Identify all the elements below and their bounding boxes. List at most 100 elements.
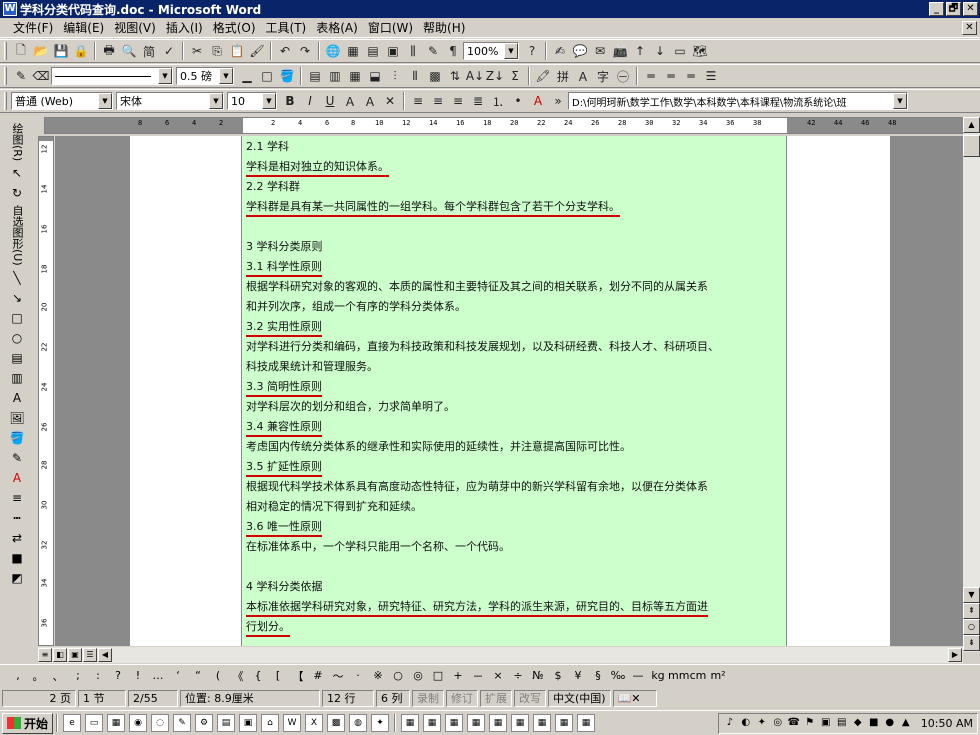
ruler-lines-icon[interactable]: ☰ [701, 66, 721, 86]
menu-file[interactable]: 文件(F) [8, 19, 58, 36]
line-weight-combo[interactable]: 0.5 磅 ▼ [176, 67, 234, 85]
app-icon[interactable]: ✎ [173, 714, 192, 732]
pinyin-icon[interactable]: 拼 [553, 66, 573, 86]
doc-line[interactable]: 行划分。 [246, 618, 290, 637]
app-icon[interactable]: ▣ [239, 714, 258, 732]
status-trk[interactable]: 修订 [446, 689, 478, 707]
fill-color-icon[interactable]: 🪣 [4, 428, 30, 448]
symbol-item[interactable]: ; [68, 669, 88, 682]
vertical-scrollbar[interactable]: ▲ ▼ ⇞ ○ ⇟ [963, 117, 980, 652]
align-left-icon[interactable]: ≡ [408, 91, 428, 111]
char-border-icon[interactable]: Ａ [573, 66, 593, 86]
font-color-draw-icon[interactable]: A [4, 468, 30, 488]
redo-icon[interactable]: ↷ [295, 41, 315, 61]
symbol-item[interactable]: ¥ [568, 669, 588, 682]
tray-icon[interactable]: ▤ [835, 717, 849, 731]
app-icon[interactable]: ✦ [371, 714, 390, 732]
wordart-icon[interactable]: A [4, 388, 30, 408]
doc-line[interactable]: 3.4 兼容性原则 [246, 418, 322, 437]
new-document-icon[interactable]: 🗋 [11, 41, 31, 61]
symbol-item[interactable]: ‰ [608, 669, 628, 682]
edit-icon[interactable]: ✍ [550, 41, 570, 61]
bold-icon[interactable]: B [280, 91, 300, 111]
line-color-icon[interactable]: ✎ [4, 448, 30, 468]
envelope-icon[interactable]: ✉ [590, 41, 610, 61]
insert-excel-icon[interactable]: ▣ [383, 41, 403, 61]
doc-line[interactable]: 根据学科研究对象的客观的、本质的属性和主要特征及其之间的相关联系，划分不同的从属… [246, 278, 708, 294]
autosum-icon[interactable]: Σ [505, 66, 525, 86]
task-window-icon[interactable]: ▦ [489, 714, 508, 732]
scroll-left-icon[interactable]: ◀ [98, 648, 112, 662]
spelling-status-icon[interactable]: 📖✕ [612, 689, 657, 707]
tray-icon[interactable]: ■ [867, 717, 881, 731]
symbol-item[interactable]: , [8, 669, 28, 682]
tray-icon[interactable]: ▣ [819, 717, 833, 731]
print-preview-icon[interactable]: 🔍 [119, 41, 139, 61]
symbol-item[interactable]: ◎ [408, 669, 428, 682]
app-icon[interactable]: ▤ [217, 714, 236, 732]
line-style-combo[interactable]: ▼ [51, 67, 173, 85]
dash-style-icon[interactable]: ┅ [4, 508, 30, 528]
tray-icon[interactable]: ◆ [851, 717, 865, 731]
symbol-item[interactable]: ※ [368, 669, 388, 682]
word-task-icon[interactable]: W [283, 714, 302, 732]
align-right-icon[interactable]: ≡ [448, 91, 468, 111]
border-color-icon[interactable]: ▁ [237, 66, 257, 86]
symbol-item[interactable]: □ [428, 669, 448, 682]
symbol-item[interactable]: $ [548, 669, 568, 682]
open-folder-icon[interactable]: 📂 [31, 41, 51, 61]
textbox-icon[interactable]: ▤ [4, 348, 30, 368]
justify-icon[interactable]: ≣ [468, 91, 488, 111]
tables-borders-icon[interactable]: ▦ [343, 41, 363, 61]
drawing-icon[interactable]: ✎ [423, 41, 443, 61]
outline-view-icon[interactable]: ☰ [83, 648, 97, 662]
tray-icon[interactable]: ✦ [755, 717, 769, 731]
more-buttons-icon[interactable]: » [548, 91, 568, 111]
symbol-item[interactable]: ÷ [508, 669, 528, 682]
line-left-icon[interactable]: ═ [641, 66, 661, 86]
split-cells-icon[interactable]: ▦ [345, 66, 365, 86]
symbol-item[interactable]: 。 [28, 668, 48, 684]
tray-icon[interactable]: ◎ [771, 717, 785, 731]
line-style-dropdown-icon[interactable]: ▼ [158, 68, 172, 84]
symbol-item[interactable]: # [308, 669, 328, 682]
free-rotate-icon[interactable]: ↻ [4, 183, 30, 203]
task-window-icon[interactable]: ▦ [445, 714, 464, 732]
menu-insert[interactable]: 插入(I) [161, 19, 208, 36]
symbol-item[interactable]: [ [268, 669, 288, 682]
tray-icon[interactable]: ● [883, 717, 897, 731]
task-window-icon[interactable]: ▦ [423, 714, 442, 732]
draw-menu-label[interactable]: 绘图(R) [9, 121, 25, 163]
previous-page-icon[interactable]: ⇞ [963, 603, 980, 619]
tray-icon[interactable]: ⚑ [803, 717, 817, 731]
line-icon[interactable]: ╲ [4, 268, 30, 288]
insert-table-icon-2[interactable]: ▤ [305, 66, 325, 86]
print-icon[interactable]: 🖶 [99, 41, 119, 61]
restore-button[interactable]: 🗗 [946, 2, 961, 16]
app-icon[interactable]: ⌂ [261, 714, 280, 732]
enclosed-char-icon[interactable]: ㊀ [613, 66, 633, 86]
distribute-rows-icon[interactable]: ⫶ [385, 66, 405, 86]
scroll-right-icon[interactable]: ▶ [948, 648, 962, 662]
app-icon[interactable]: ◌ [151, 714, 170, 732]
status-rec[interactable]: 录制 [412, 689, 444, 707]
sort-za-icon[interactable]: Z↓ [485, 66, 505, 86]
app-icon[interactable]: ◉ [129, 714, 148, 732]
menu-help[interactable]: 帮助(H) [418, 19, 470, 36]
task-window-icon[interactable]: ▦ [511, 714, 530, 732]
bullets-icon[interactable]: • [508, 91, 528, 111]
copy-icon[interactable]: ⎘ [207, 41, 227, 61]
task-window-icon[interactable]: ▦ [401, 714, 420, 732]
combine-char-icon[interactable]: 字 [593, 66, 613, 86]
insert-picture-icon[interactable]: 🖼 [4, 408, 30, 428]
symbol-item[interactable]: m² [708, 669, 728, 682]
task-window-icon[interactable]: ▦ [467, 714, 486, 732]
status-ovr[interactable]: 改写 [514, 689, 546, 707]
vertical-textbox-icon[interactable]: ▥ [4, 368, 30, 388]
3d-icon[interactable]: ◩ [4, 568, 30, 588]
tray-icon[interactable]: ☎ [787, 717, 801, 731]
symbol-item[interactable]: 【 [288, 668, 308, 684]
font-size-dropdown-icon[interactable]: ▼ [262, 93, 276, 109]
doc-line[interactable]: 在标准体系中，一个学科只能用一个名称、一个代码。 [246, 538, 510, 554]
symbol-item[interactable]: mm [668, 669, 689, 682]
